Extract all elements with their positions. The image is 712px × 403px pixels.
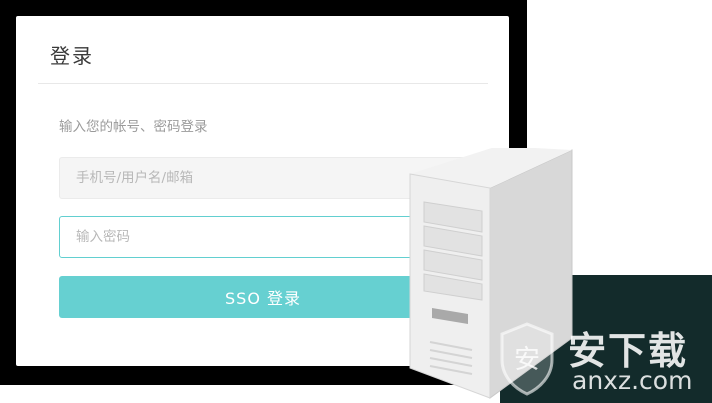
watermark: 安 安下载 anxz.com	[492, 318, 708, 402]
login-title: 登录	[50, 44, 94, 68]
login-hint: 输入您的帐号、密码登录	[59, 119, 208, 135]
svg-text:安: 安	[514, 345, 540, 375]
shield-logo-icon: 安	[500, 322, 554, 396]
watermark-url: anxz.com	[572, 366, 693, 395]
title-divider	[38, 83, 488, 84]
